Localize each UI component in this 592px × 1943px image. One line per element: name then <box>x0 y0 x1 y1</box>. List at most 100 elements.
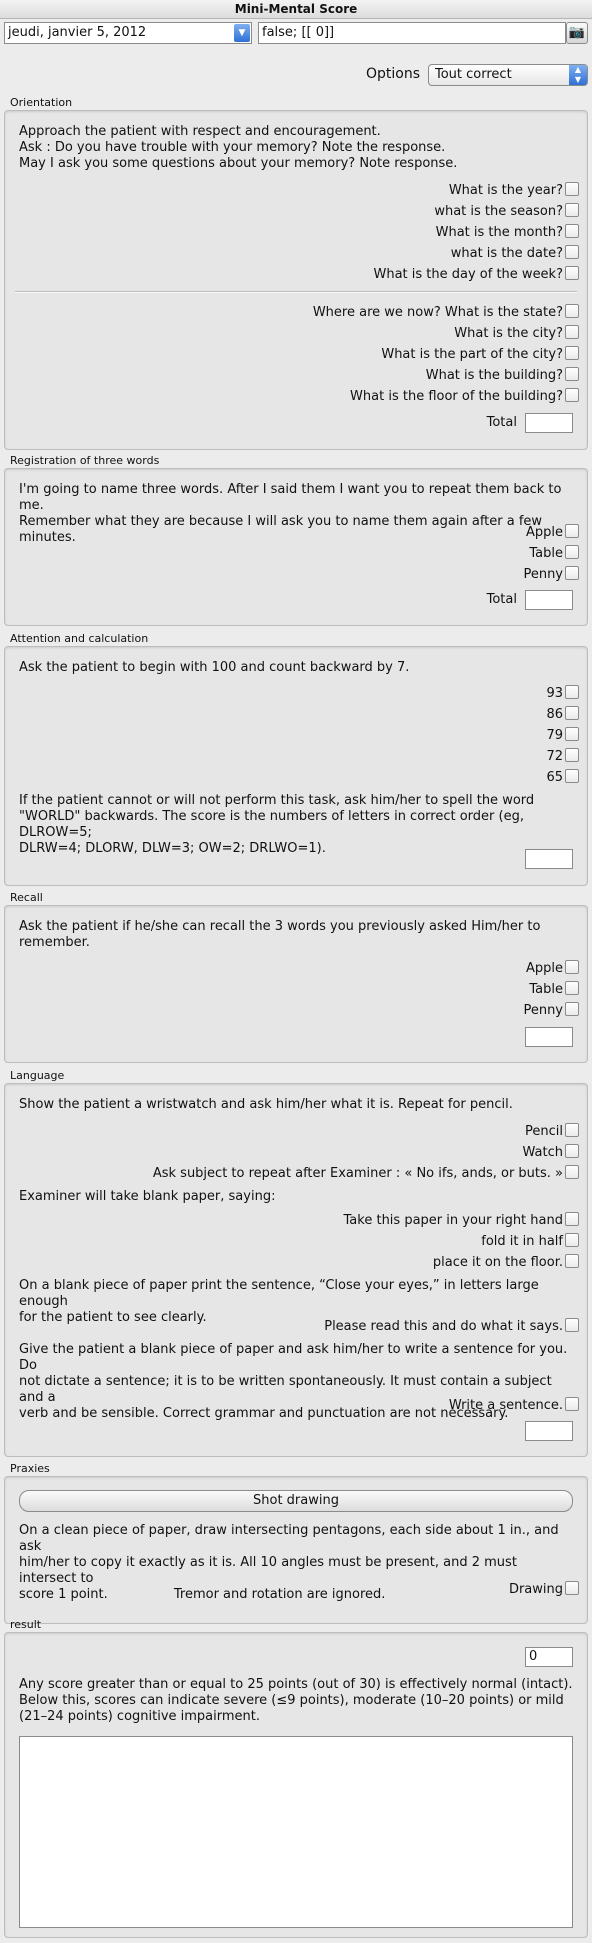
word-apple-check[interactable]: Apple <box>526 524 579 540</box>
result-notes-area[interactable] <box>19 1736 573 1928</box>
chevron-down-icon[interactable]: ▼ <box>234 24 250 42</box>
month-check[interactable]: What is the month? <box>436 224 579 240</box>
checkbox[interactable] <box>565 960 579 974</box>
state-check[interactable]: Where are we now? What is the state? <box>313 304 579 320</box>
checkbox[interactable] <box>565 769 579 783</box>
checkbox[interactable] <box>565 1318 579 1332</box>
watch-check[interactable]: Watch <box>523 1144 579 1160</box>
top-toolbar: jeudi, janvier 5, 2012 ▼ false; [[ 0]] 📷 <box>4 22 588 46</box>
attention-title: Attention and calculation <box>10 632 149 645</box>
total-label: Total <box>486 592 517 607</box>
options-select[interactable]: Tout correct ▲ ▼ <box>428 64 588 86</box>
recall-table-check[interactable]: Table <box>529 981 579 997</box>
registration-title: Registration of three words <box>10 454 160 467</box>
city-check[interactable]: What is the city? <box>454 325 579 341</box>
options-row: Options Tout correct ▲ ▼ <box>4 64 588 86</box>
checkbox[interactable] <box>565 325 579 339</box>
world-note: If the patient cannot or will not perfor… <box>19 793 535 856</box>
result-title: result <box>10 1618 42 1631</box>
city-part-check[interactable]: What is the part of the city? <box>381 346 579 362</box>
checkbox[interactable] <box>565 182 579 196</box>
date-value: jeudi, janvier 5, 2012 <box>8 25 147 40</box>
registration-total: Total <box>453 590 573 610</box>
repeat-phrase-check[interactable]: Ask subject to repeat after Examiner : «… <box>153 1165 579 1181</box>
language-intro: Show the patient a wristwatch and ask hi… <box>19 1097 513 1112</box>
checkbox[interactable] <box>565 245 579 259</box>
checkbox[interactable] <box>565 545 579 559</box>
checkbox[interactable] <box>565 706 579 720</box>
checkbox[interactable] <box>565 748 579 762</box>
checkbox[interactable] <box>565 524 579 538</box>
paper-intro: Examiner will take blank paper, saying: <box>19 1189 276 1204</box>
number-86-check[interactable]: 86 <box>546 706 579 722</box>
weekday-check[interactable]: What is the day of the week? <box>373 266 579 282</box>
orientation-total-field[interactable] <box>525 413 573 433</box>
checkbox[interactable] <box>565 346 579 360</box>
year-check[interactable]: What is the year? <box>449 182 579 198</box>
registration-total-field[interactable] <box>525 590 573 610</box>
word-penny-check[interactable]: Penny <box>523 566 579 582</box>
checkbox[interactable] <box>565 981 579 995</box>
checkbox[interactable] <box>565 1254 579 1268</box>
checkbox[interactable] <box>565 1233 579 1247</box>
checkbox[interactable] <box>565 388 579 402</box>
recall-penny-check[interactable]: Penny <box>523 1002 579 1018</box>
checkbox[interactable] <box>565 685 579 699</box>
attention-score-field[interactable] <box>525 849 573 869</box>
recall-score-field[interactable] <box>525 1027 573 1047</box>
date-check[interactable]: what is the date? <box>451 245 579 261</box>
checkbox[interactable] <box>565 1002 579 1016</box>
praxies-title: Praxies <box>10 1462 50 1475</box>
updown-arrows-icon: ▲ ▼ <box>569 65 587 85</box>
options-selected: Tout correct <box>435 67 512 82</box>
fold-check[interactable]: fold it in half <box>481 1233 579 1249</box>
number-93-check[interactable]: 93 <box>546 685 579 701</box>
number-72-check[interactable]: 72 <box>546 748 579 764</box>
floor-place-check[interactable]: place it on the floor. <box>433 1254 579 1270</box>
checkbox[interactable] <box>565 1123 579 1137</box>
value-field[interactable]: false; [[ 0]] <box>258 22 566 44</box>
date-picker[interactable]: jeudi, janvier 5, 2012 ▼ <box>4 22 252 44</box>
right-hand-check[interactable]: Take this paper in your right hand <box>344 1212 579 1228</box>
registration-panel: I'm going to name three words. After I s… <box>4 468 588 626</box>
recall-apple-check[interactable]: Apple <box>526 960 579 976</box>
registration-intro: I'm going to name three words. After I s… <box>19 482 562 545</box>
write-sentence-check[interactable]: Write a sentence. <box>449 1397 579 1413</box>
checkbox[interactable] <box>565 224 579 238</box>
checkbox[interactable] <box>565 304 579 318</box>
pencil-check[interactable]: Pencil <box>525 1123 579 1139</box>
word-table-check[interactable]: Table <box>529 545 579 561</box>
checkbox[interactable] <box>565 1212 579 1226</box>
checkbox[interactable] <box>565 1165 579 1179</box>
checkbox[interactable] <box>565 1581 579 1595</box>
floor-check[interactable]: What is the floor of the building? <box>350 388 579 404</box>
window-title: Mini-Mental Score <box>0 0 592 19</box>
recall-panel: Ask the patient if he/she can recall the… <box>4 905 588 1063</box>
drawing-check[interactable]: Drawing <box>509 1581 579 1597</box>
checkbox[interactable] <box>565 727 579 741</box>
language-score-field[interactable] <box>525 1421 573 1441</box>
total-label: Total <box>486 415 517 430</box>
praxies-panel: Shot drawing On a clean piece of paper, … <box>4 1476 588 1624</box>
building-check[interactable]: What is the building? <box>426 367 579 383</box>
orientation-intro: Approach the patient with respect and en… <box>19 124 458 171</box>
attention-intro: Ask the patient to begin with 100 and co… <box>19 660 410 675</box>
checkbox[interactable] <box>565 566 579 580</box>
checkbox[interactable] <box>565 1144 579 1158</box>
orientation-title: Orientation <box>10 96 73 109</box>
checkbox[interactable] <box>565 203 579 217</box>
season-check[interactable]: what is the season? <box>434 203 579 219</box>
checkbox[interactable] <box>565 367 579 381</box>
read-check[interactable]: Please read this and do what it says. <box>324 1318 579 1334</box>
shot-drawing-button[interactable]: Shot drawing <box>19 1490 573 1512</box>
recall-title: Recall <box>10 891 43 904</box>
camera-icon[interactable]: 📷 <box>566 22 588 44</box>
orientation-total: Total <box>453 413 573 433</box>
number-79-check[interactable]: 79 <box>546 727 579 743</box>
checkbox[interactable] <box>565 266 579 280</box>
checkbox[interactable] <box>565 1397 579 1411</box>
recall-intro: Ask the patient if he/she can recall the… <box>19 919 541 950</box>
result-score-field[interactable]: 0 <box>525 1647 573 1667</box>
number-65-check[interactable]: 65 <box>546 769 579 785</box>
divider <box>15 291 577 293</box>
